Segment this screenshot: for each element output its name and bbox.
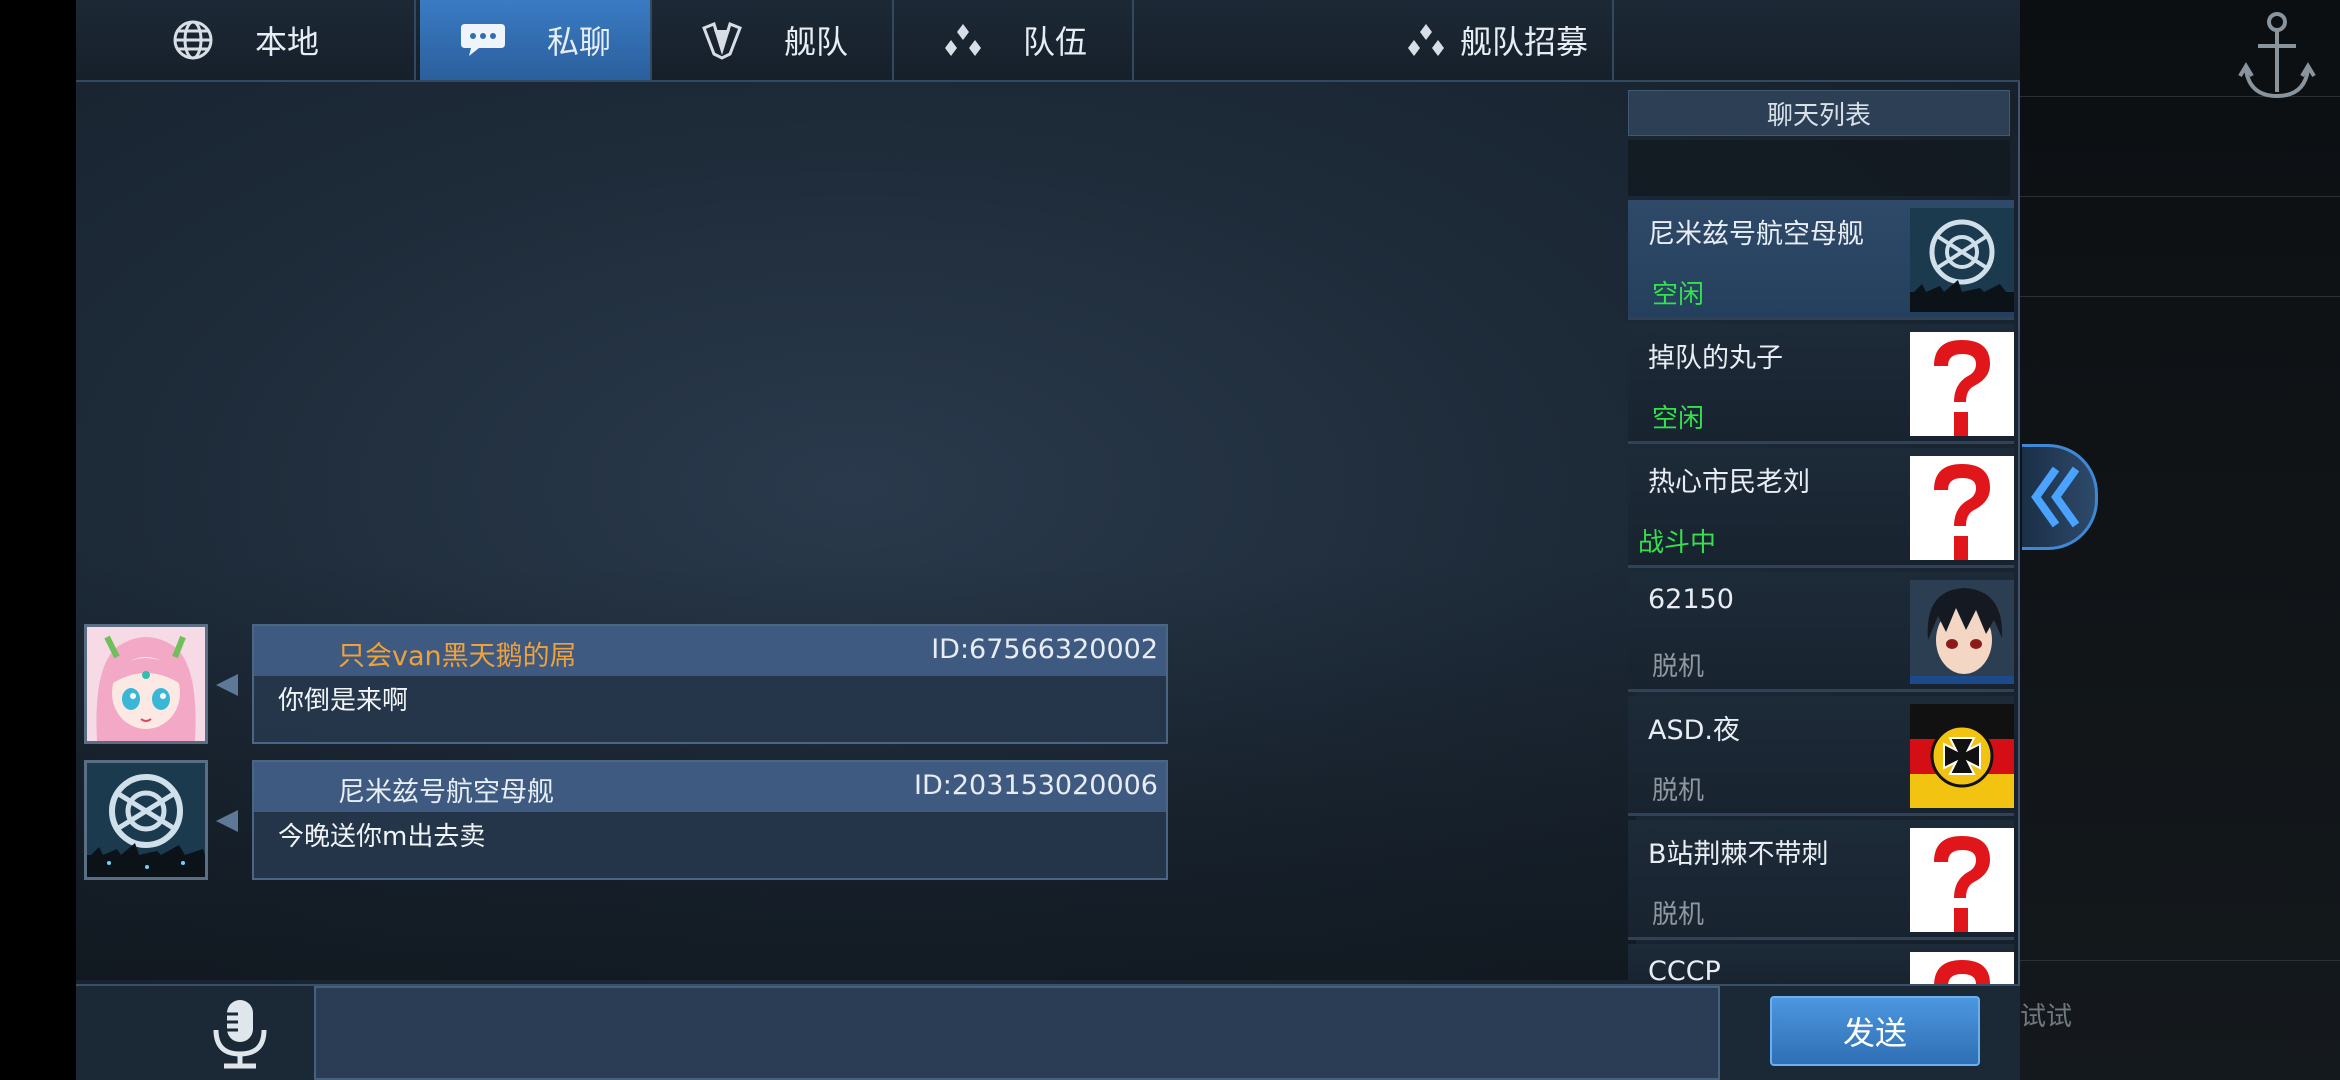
- contact-name: CCCP: [1648, 956, 1721, 984]
- background-hint-text: 试试: [2020, 1002, 2073, 1032]
- microphone-icon: [213, 1000, 267, 1069]
- tab-private-chat[interactable]: 私聊: [420, 0, 652, 80]
- tab-local[interactable]: 本地: [76, 0, 416, 80]
- sender-name[interactable]: 只会van黑天鹅的屌: [338, 634, 577, 673]
- chat-message: 尼米兹号航空母舰 ID:203153020006 今晚送你m出去卖: [84, 760, 1168, 880]
- tab-team[interactable]: 队伍: [898, 0, 1134, 80]
- contact-name: 尼米兹号航空母舰: [1648, 219, 1864, 250]
- tab-fleet-label: 舰队: [783, 23, 848, 61]
- contact-name: ASD.夜: [1648, 715, 1740, 746]
- chat-message: 只会van黑天鹅的屌 ID:67566320002 你倒是来啊: [84, 624, 1168, 744]
- message-pointer: [216, 810, 238, 832]
- message-pointer: [216, 674, 238, 696]
- tab-recruit-label: 舰队招募: [1459, 23, 1588, 61]
- tab-team-label: 队伍: [1022, 23, 1087, 61]
- tab-fleet-recruit[interactable]: 舰队招募: [1138, 0, 1614, 80]
- chat-list-item[interactable]: 62150 脱机: [1628, 572, 2014, 692]
- team-icon: [944, 24, 981, 56]
- anime-girl-avatar[interactable]: [84, 624, 208, 744]
- question-mark-avatar: [1910, 952, 2014, 984]
- message-header: 尼米兹号航空母舰 ID:203153020006: [254, 762, 1166, 812]
- sender-id: ID:203153020006: [914, 770, 1158, 801]
- send-button[interactable]: 发送: [1770, 996, 1980, 1066]
- contact-status: 空闲: [1652, 404, 1705, 434]
- anime-boy-avatar: [1910, 580, 2014, 684]
- voice-input-button[interactable]: [200, 996, 280, 1072]
- chat-list-spacer: [1628, 140, 2010, 196]
- chat-list-item[interactable]: ASD.夜 脱机: [1628, 696, 2014, 816]
- message-text: 你倒是来啊: [278, 686, 409, 716]
- carrier-emblem-avatar: [1910, 208, 2014, 312]
- recruit-icon: [1407, 24, 1444, 56]
- tab-private-label: 私聊: [546, 23, 611, 61]
- iron-cross-flag-avatar: [1910, 704, 2014, 808]
- message-bubble: 尼米兹号航空母舰 ID:203153020006 今晚送你m出去卖: [252, 760, 1168, 880]
- fleet-emblem-icon: [702, 22, 742, 60]
- chat-list-title: 聊天列表: [1628, 90, 2010, 136]
- contact-name: B站荆棘不带刺: [1648, 839, 1829, 870]
- carrier-emblem-avatar[interactable]: [84, 760, 208, 880]
- contact-status: 空闲: [1652, 280, 1705, 310]
- contact-name: 掉队的丸子: [1648, 343, 1783, 374]
- contact-status: 脱机: [1652, 652, 1705, 682]
- message-text: 今晚送你m出去卖: [278, 822, 486, 852]
- contact-status: 脱机: [1652, 900, 1705, 930]
- chat-message-input[interactable]: [314, 986, 1720, 1080]
- contact-name: 热心市民老刘: [1648, 467, 1810, 498]
- chat-list-item[interactable]: B站荆棘不带刺 脱机: [1628, 820, 2014, 940]
- chat-list-item[interactable]: 尼米兹号航空母舰 空闲: [1628, 200, 2014, 320]
- message-bubble: 只会van黑天鹅的屌 ID:67566320002 你倒是来啊: [252, 624, 1168, 744]
- collapse-list-button[interactable]: [2022, 444, 2098, 550]
- sender-name[interactable]: 尼米兹号航空母舰: [338, 770, 554, 809]
- contact-status: 战斗中: [1638, 528, 1717, 558]
- contact-status: 脱机: [1652, 776, 1705, 806]
- question-mark-avatar: [1910, 828, 2014, 932]
- chat-list-item[interactable]: 热心市民老刘 战斗中: [1628, 448, 2014, 568]
- chat-list-item[interactable]: 掉队的丸子 空闲: [1628, 324, 2014, 444]
- anchor-icon[interactable]: [2236, 0, 2318, 108]
- globe-icon: [173, 20, 213, 60]
- tab-fleet[interactable]: 舰队: [656, 0, 894, 80]
- tab-local-label: 本地: [254, 23, 319, 61]
- chat-list-item[interactable]: CCCP: [1628, 944, 2014, 984]
- message-header: 只会van黑天鹅的屌 ID:67566320002: [254, 626, 1166, 676]
- question-mark-avatar: [1910, 456, 2014, 560]
- speech-bubble-icon: [460, 24, 505, 56]
- sender-id: ID:67566320002: [931, 634, 1158, 665]
- question-mark-avatar: [1910, 332, 2014, 436]
- double-chevron-left-icon: [2031, 466, 2080, 528]
- contact-name: 62150: [1648, 584, 1734, 615]
